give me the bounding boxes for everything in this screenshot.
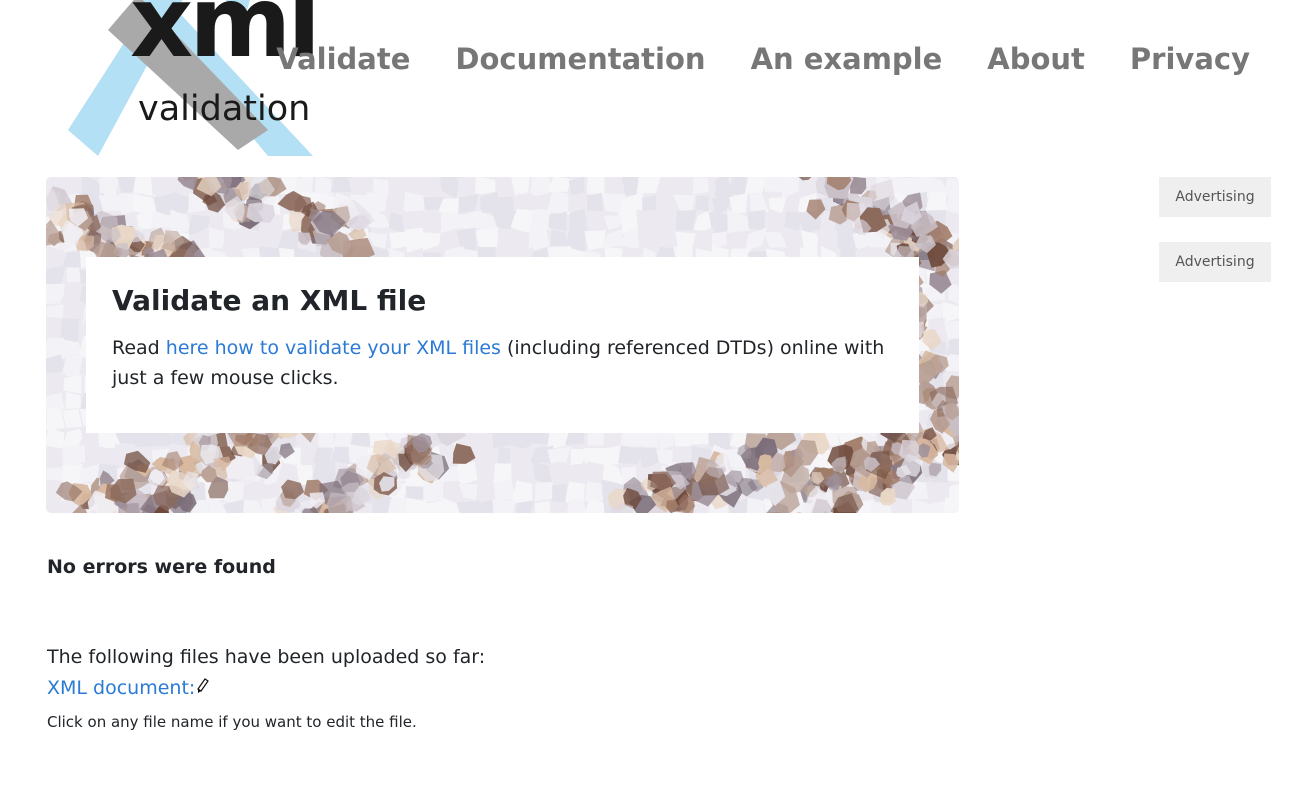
hero-title: Validate an XML file: [112, 284, 427, 317]
nav-an-example[interactable]: An example: [751, 40, 943, 78]
hero-text-before: Read: [112, 337, 166, 359]
nav-validate[interactable]: Validate: [276, 40, 410, 78]
nav-privacy[interactable]: Privacy: [1130, 40, 1250, 78]
logo-text-validation: validation: [138, 89, 311, 129]
advertising-slot-1[interactable]: Advertising: [1159, 177, 1271, 217]
hero-banner: Validate an XML file Read here how to va…: [46, 177, 959, 513]
nav-about[interactable]: About: [987, 40, 1085, 78]
hero-text: Read here how to validate your XML files…: [112, 333, 893, 393]
nav-documentation[interactable]: Documentation: [455, 40, 705, 78]
advertising-slot-2[interactable]: Advertising: [1159, 242, 1271, 282]
main-nav: Validate Documentation An example About …: [276, 40, 1250, 78]
uploaded-files-intro: The following files have been uploaded s…: [47, 646, 486, 668]
hero-how-to-link[interactable]: here how to validate your XML files: [166, 337, 501, 359]
uploaded-file-item: XML document:: [47, 677, 210, 699]
site-logo[interactable]: xml validation: [68, 0, 328, 160]
edit-hint: Click on any file name if you want to ed…: [47, 713, 417, 731]
hero-card: Validate an XML file Read here how to va…: [86, 257, 919, 433]
page: xml validation Validate Documentation An…: [0, 0, 1310, 790]
file-link-xml-document[interactable]: XML document:: [47, 677, 195, 699]
pencil-icon[interactable]: [197, 677, 210, 699]
validation-status: No errors were found: [47, 556, 276, 578]
